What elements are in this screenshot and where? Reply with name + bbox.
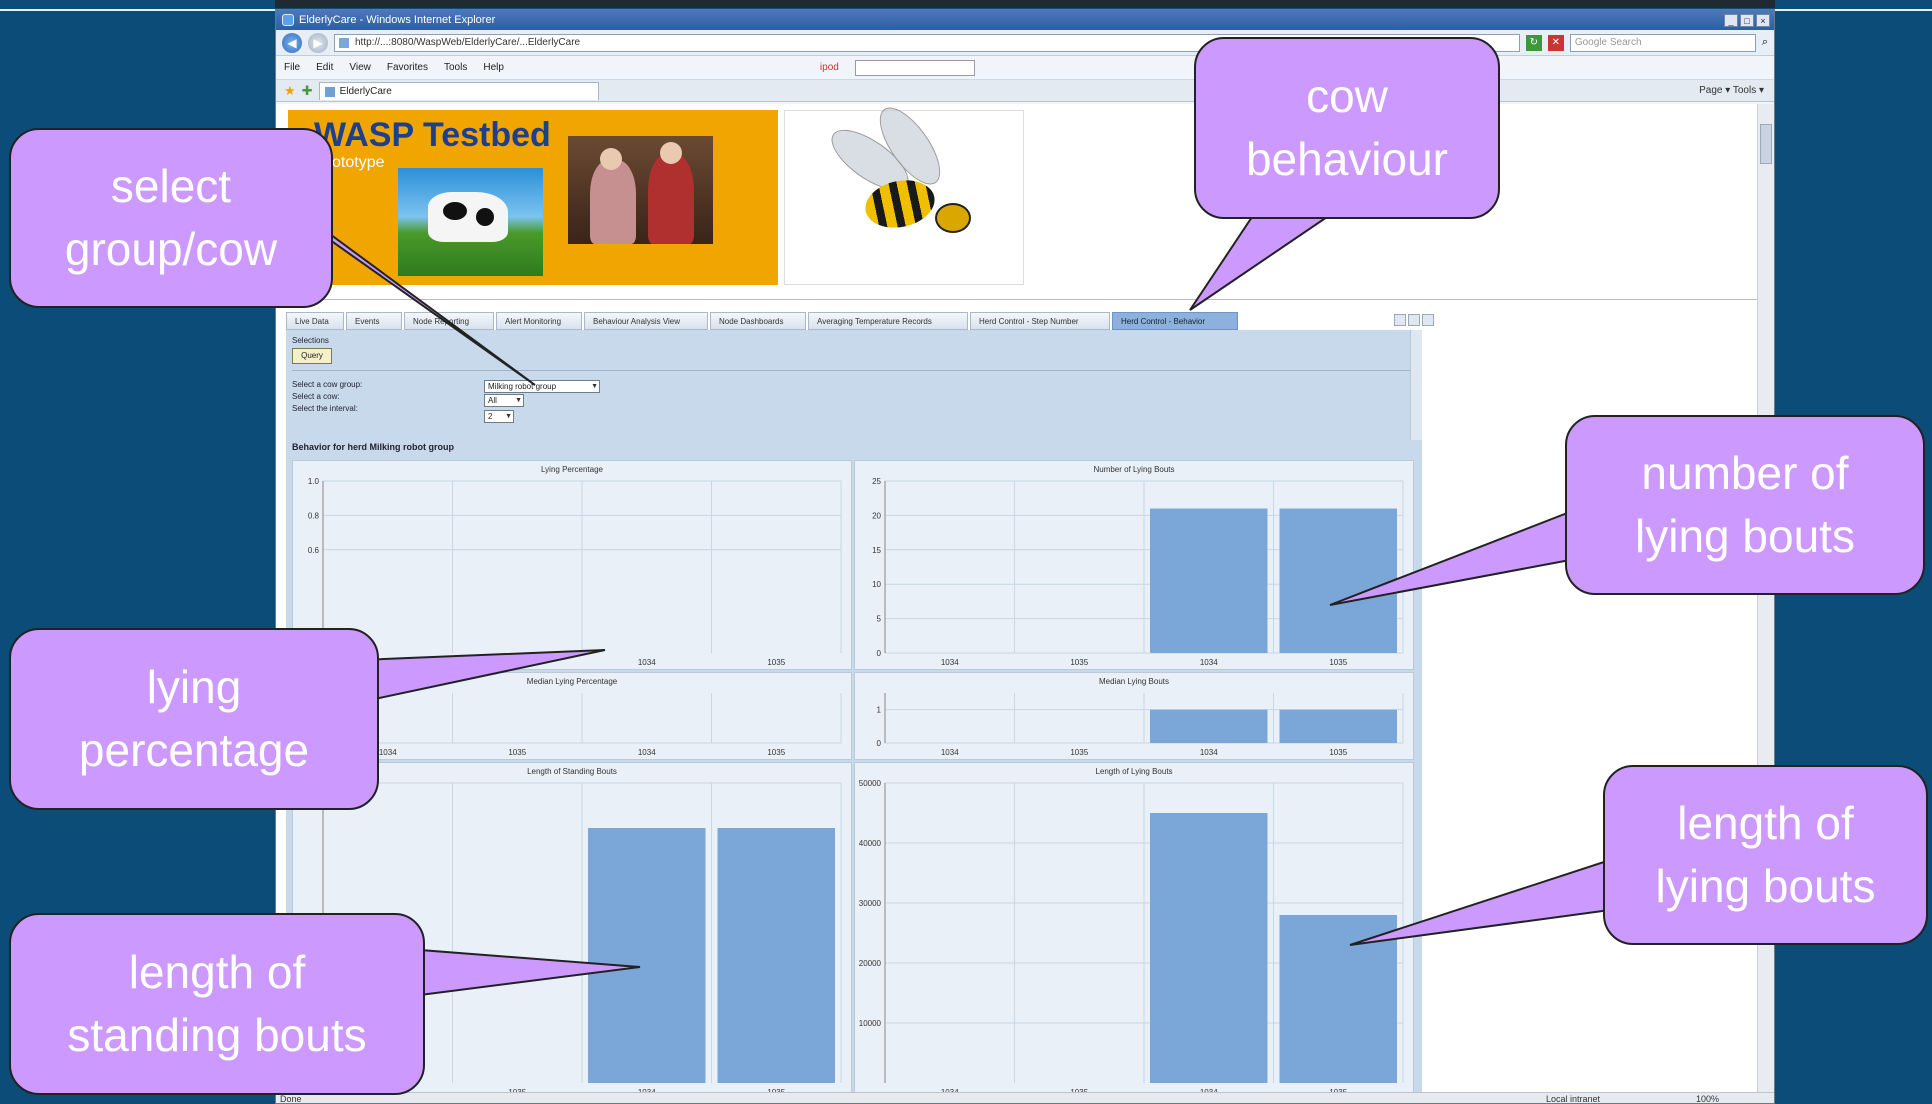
callout-lying-percentage: lying percentage bbox=[9, 628, 379, 810]
pointer-cow-behaviour bbox=[1189, 203, 1333, 311]
callout-number-lying-bouts: number of lying bouts bbox=[1565, 415, 1925, 595]
callout-length-standing-bouts: length of standing bouts bbox=[9, 913, 425, 1095]
pointer-length-lying bbox=[1349, 858, 1611, 946]
callout-cow-behaviour: cow behaviour bbox=[1194, 37, 1500, 219]
callout-length-lying-bouts: length of lying bouts bbox=[1603, 765, 1928, 945]
callout-select-group: select group/cow bbox=[9, 128, 333, 308]
pointer-lying-percentage bbox=[358, 649, 606, 702]
pointer-number-lying bbox=[1329, 508, 1577, 606]
pointer-length-standing bbox=[419, 948, 641, 997]
